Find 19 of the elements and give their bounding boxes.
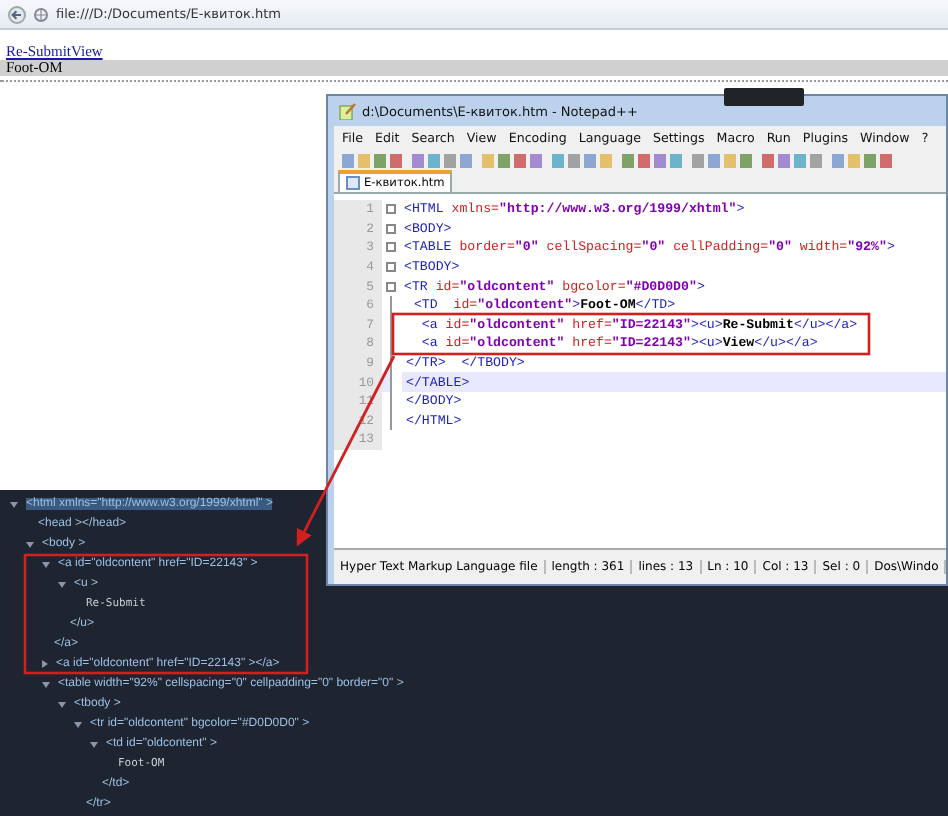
code-editor[interactable] [334, 194, 946, 548]
tooltip [724, 88, 804, 106]
fold-toggle-icon[interactable] [386, 204, 396, 215]
collapse-triangle-icon[interactable] [10, 501, 18, 507]
fold-toggle-icon[interactable] [386, 281, 396, 292]
notepad-icon [338, 102, 356, 120]
collapse-triangle-icon[interactable] [42, 561, 50, 567]
collapse-triangle-icon[interactable] [58, 581, 66, 587]
collapse-triangle-icon[interactable] [42, 681, 50, 687]
collapse-triangle-icon[interactable] [74, 721, 82, 727]
collapse-triangle-icon[interactable] [90, 741, 98, 747]
collapse-triangle-icon[interactable] [58, 701, 66, 707]
fold-toggle-icon[interactable] [386, 262, 396, 273]
fold-toggle-icon[interactable] [386, 223, 396, 234]
globe-icon [34, 7, 48, 21]
expand-triangle-icon[interactable] [42, 660, 48, 668]
back-arrow-icon[interactable] [8, 5, 26, 23]
collapse-triangle-icon[interactable] [26, 541, 34, 547]
fold-toggle-icon[interactable] [386, 242, 396, 253]
